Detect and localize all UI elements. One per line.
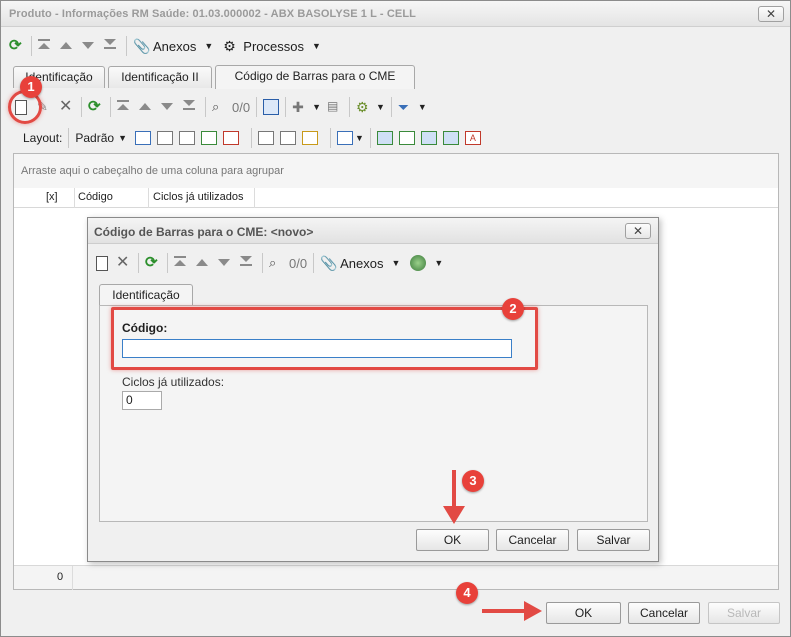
- grid-next-icon[interactable]: [161, 99, 177, 115]
- window-close-button[interactable]: ✕: [758, 6, 784, 22]
- ok-button[interactable]: OK: [546, 602, 621, 624]
- dialog-globe-dropdown-icon[interactable]: ▼: [434, 258, 443, 268]
- first-record-icon[interactable]: [38, 38, 54, 54]
- layout-import-icon[interactable]: [201, 131, 217, 145]
- process-icon[interactable]: ⚙: [356, 99, 372, 115]
- chart-icon[interactable]: [337, 131, 353, 145]
- dialog-counter: 0/0: [289, 255, 308, 271]
- dialog-close-button[interactable]: ✕: [625, 223, 651, 239]
- step-marker-2: 2: [502, 298, 524, 320]
- main-toolbar: ⟳ 📎 Anexos ▼ ⚙ Processos ▼: [9, 36, 321, 56]
- ciclos-label: Ciclos já utilizados:: [122, 375, 225, 389]
- title-bar: Produto - Informações RM Saúde: 01.03.00…: [1, 1, 790, 27]
- step-marker-4: 4: [456, 582, 478, 604]
- processos-menu[interactable]: Processos: [243, 39, 304, 54]
- grid-header-row: [x] Código Ciclos já utilizados: [14, 188, 778, 208]
- last-record-icon[interactable]: [104, 38, 120, 54]
- step-marker-1: 1: [20, 76, 42, 98]
- barcode-dialog: Código de Barras para o CME: <novo> ✕ ✕ …: [87, 217, 659, 562]
- tab-codigo-barras-cme[interactable]: Código de Barras para o CME: [215, 65, 415, 89]
- view-option-1-icon[interactable]: [376, 131, 393, 145]
- anexos-menu[interactable]: Anexos: [153, 39, 196, 54]
- chart-dropdown-icon[interactable]: ▼: [355, 133, 364, 143]
- layout-save-icon[interactable]: [135, 131, 151, 145]
- arrow-down-icon: [443, 470, 465, 524]
- padrao-dropdown-icon[interactable]: ▼: [118, 133, 127, 143]
- column-header-ciclos[interactable]: Ciclos já utilizados: [153, 191, 243, 203]
- dialog-previous-icon[interactable]: [196, 255, 212, 271]
- anexos-dropdown-icon[interactable]: ▼: [204, 41, 213, 51]
- puzzle-dropdown-icon[interactable]: ▼: [312, 102, 321, 112]
- layout-sum-icon[interactable]: [280, 131, 296, 145]
- view-option-4-icon[interactable]: [442, 131, 459, 145]
- grid-refresh-icon[interactable]: ⟳: [88, 99, 104, 115]
- dialog-delete-icon[interactable]: ✕: [116, 255, 132, 271]
- dialog-first-icon[interactable]: [174, 255, 190, 271]
- window-title: Produto - Informações RM Saúde: 01.03.00…: [9, 8, 416, 20]
- dialog-next-icon[interactable]: [218, 255, 234, 271]
- tab-identificacao-ii[interactable]: Identificação II: [108, 66, 212, 88]
- refresh-icon[interactable]: ⟳: [9, 38, 25, 54]
- padrao-menu[interactable]: Padrão: [75, 131, 114, 145]
- grid-counter: 0/0: [232, 99, 251, 115]
- arrow-right-icon: [482, 601, 542, 621]
- column-header-select[interactable]: [x]: [46, 191, 58, 203]
- layout-copy-icon[interactable]: [157, 131, 173, 145]
- save-button[interactable]: Salvar: [708, 602, 780, 624]
- process-dropdown-icon[interactable]: ▼: [376, 102, 385, 112]
- layout-export-icon[interactable]: [223, 131, 239, 145]
- processos-icon: ⚙: [223, 38, 236, 54]
- print-icon[interactable]: ▤: [327, 99, 343, 115]
- dialog-new-icon[interactable]: [96, 255, 108, 271]
- grid-previous-icon[interactable]: [139, 99, 155, 115]
- cancel-button[interactable]: Cancelar: [628, 602, 700, 624]
- dialog-title: Código de Barras para o CME: <novo>: [94, 225, 314, 239]
- grid-footer-count: 0: [57, 571, 64, 583]
- dialog-anexos-menu[interactable]: Anexos: [340, 256, 383, 271]
- dialog-paperclip-icon: 📎: [320, 255, 338, 271]
- dialog-title-bar: Código de Barras para o CME: <novo> ✕: [88, 218, 658, 244]
- column-header-codigo[interactable]: Código: [78, 191, 113, 203]
- next-record-icon[interactable]: [82, 38, 98, 54]
- delete-icon[interactable]: ✕: [59, 99, 75, 115]
- layout-edit-icon[interactable]: [302, 131, 318, 145]
- dialog-anexos-dropdown-icon[interactable]: ▼: [391, 258, 400, 268]
- previous-record-icon[interactable]: [60, 38, 76, 54]
- filter-icon[interactable]: ⏷: [398, 99, 414, 115]
- layout-table-icon[interactable]: [179, 131, 195, 145]
- font-icon[interactable]: A: [464, 131, 481, 145]
- dialog-tab-identificacao[interactable]: Identificação: [99, 284, 193, 306]
- dialog-save-button[interactable]: Salvar: [577, 529, 650, 551]
- filter-dropdown-icon[interactable]: ▼: [418, 102, 427, 112]
- layout-bar: Layout: Padrão ▼ ▼ A: [23, 128, 487, 148]
- dialog-last-icon[interactable]: [240, 255, 256, 271]
- binoculars-icon[interactable]: ⌕: [212, 99, 228, 115]
- dialog-binoculars-icon[interactable]: ⌕: [269, 255, 285, 271]
- view-option-2-icon[interactable]: [398, 131, 415, 145]
- processos-dropdown-icon[interactable]: ▼: [312, 41, 321, 51]
- group-hint: Arraste aqui o cabeçalho de uma coluna p…: [21, 165, 284, 177]
- grid-toolbar: ✎ ✕ ⟳ ⌕ 0/0 ✚ ▼ ▤ ⚙ ▼ ⏷ ▼: [15, 97, 427, 117]
- ciclos-field[interactable]: 0: [122, 391, 162, 410]
- dialog-ok-button[interactable]: OK: [416, 529, 489, 551]
- dialog-cancel-button[interactable]: Cancelar: [496, 529, 569, 551]
- paperclip-icon: 📎: [133, 38, 151, 54]
- layout-columns-icon[interactable]: [258, 131, 274, 145]
- group-panel: Arraste aqui o cabeçalho de uma coluna p…: [14, 154, 778, 188]
- view-option-3-icon[interactable]: [420, 131, 437, 145]
- dialog-refresh-icon[interactable]: ⟳: [145, 255, 161, 271]
- grid-first-icon[interactable]: [117, 99, 133, 115]
- dialog-globe-icon[interactable]: [410, 255, 427, 271]
- layout-label: Layout:: [23, 131, 63, 145]
- highlight-codigo-field: [111, 307, 538, 370]
- dialog-toolbar: ✕ ⟳ ⌕ 0/0 📎 Anexos ▼ ▼: [96, 253, 443, 273]
- grid-view-icon[interactable]: [263, 99, 280, 115]
- grid-last-icon[interactable]: [183, 99, 199, 115]
- puzzle-icon[interactable]: ✚: [292, 99, 308, 115]
- grid-footer: 0: [14, 565, 778, 590]
